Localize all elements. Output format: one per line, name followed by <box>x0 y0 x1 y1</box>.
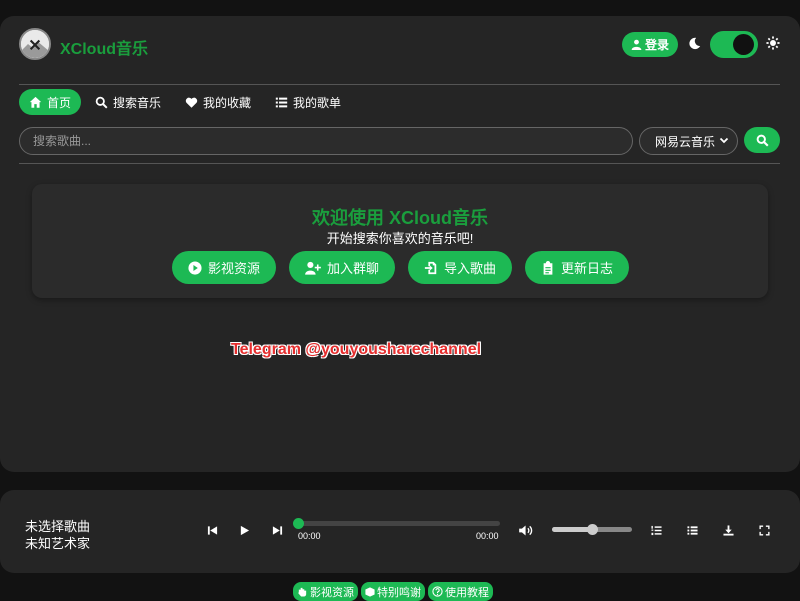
brand-name: XCloud音乐 <box>60 41 148 58</box>
login-label: 登录 <box>644 38 669 52</box>
home-icon <box>29 96 42 108</box>
action-label: 更新日志 <box>561 261 614 276</box>
watermark-text: Telegram @youyousharechannel <box>231 341 482 358</box>
footer-special-thanks[interactable]: 特别鸣谢 <box>361 582 425 601</box>
user-icon <box>631 39 642 50</box>
welcome-title: 欢迎使用 XCloud音乐 <box>312 208 488 228</box>
header: XCloud音乐 登录 <box>19 28 780 62</box>
action-label: 加入群聊 <box>327 261 380 276</box>
video-resources-button[interactable]: 影视资源 <box>172 251 277 284</box>
clipboard-icon <box>543 260 553 275</box>
download-button[interactable] <box>721 523 735 537</box>
next-icon <box>272 525 282 535</box>
user-plus-icon <box>305 261 321 275</box>
volume-slider[interactable] <box>552 524 632 535</box>
footer-link-label: 使用教程 <box>445 586 489 599</box>
hand-icon <box>298 587 307 597</box>
list-icon <box>275 97 288 107</box>
theme-toggle[interactable] <box>710 31 758 58</box>
action-label: 影视资源 <box>208 261 261 276</box>
login-button[interactable]: 登录 <box>622 32 678 57</box>
cube-icon <box>365 586 375 597</box>
changelog-button[interactable]: 更新日志 <box>525 251 630 284</box>
chevron-down-icon <box>719 135 729 148</box>
toggle-knob <box>733 34 754 55</box>
list-icon <box>686 525 698 535</box>
logo-image <box>21 30 49 58</box>
play-button[interactable] <box>237 523 251 537</box>
player-bar: 未选择歌曲 未知艺术家 00:00 00:00 <box>0 490 800 573</box>
join-group-button[interactable]: 加入群聊 <box>289 251 396 284</box>
question-circle-icon <box>432 586 443 597</box>
footer-tutorial[interactable]: 使用教程 <box>428 582 493 601</box>
download-icon <box>722 524 734 536</box>
footer-links: 影视资源 特别鸣谢 使用教程 <box>293 582 493 601</box>
welcome-card: 欢迎使用 XCloud音乐 开始搜索你喜欢的音乐吧! 影视资源 加入群聊 导入歌… <box>32 184 768 298</box>
volume-handle[interactable] <box>586 524 598 535</box>
playlist-button[interactable] <box>685 523 699 537</box>
progress-bar[interactable] <box>298 521 500 526</box>
footer-link-label: 特别鸣谢 <box>377 586 421 599</box>
nav-item-label: 首页 <box>47 95 72 110</box>
search-icon <box>95 96 108 108</box>
search-divider <box>19 163 780 164</box>
volume-button[interactable] <box>518 523 534 537</box>
volume-icon <box>518 524 532 536</box>
moon-icon <box>688 35 702 53</box>
main-nav: 首页 搜索音乐 我的收藏 我的歌单 <box>19 89 355 115</box>
nav-item-label: 搜索音乐 <box>113 95 162 110</box>
numbered-list-icon <box>650 525 662 535</box>
source-select-value: 网易云音乐 <box>655 134 716 149</box>
search-input[interactable] <box>19 127 633 155</box>
logo <box>19 28 51 60</box>
file-import-icon <box>424 261 437 274</box>
nav-item-playlists[interactable]: 我的歌单 <box>265 89 351 115</box>
nav-item-favorites[interactable]: 我的收藏 <box>175 89 261 115</box>
expand-icon <box>758 524 770 536</box>
search-icon <box>756 134 769 147</box>
footer-link-label: 影视资源 <box>310 586 354 599</box>
import-songs-button[interactable]: 导入歌曲 <box>408 251 513 284</box>
play-circle-icon <box>188 260 202 275</box>
nav-item-search[interactable]: 搜索音乐 <box>85 89 171 115</box>
song-artist: 未知艺术家 <box>25 536 91 551</box>
fullscreen-button[interactable] <box>757 523 771 537</box>
search-row: 网易云音乐 <box>19 127 780 155</box>
heart-icon <box>185 97 198 108</box>
previous-icon <box>207 525 217 535</box>
nav-item-home[interactable]: 首页 <box>19 89 82 115</box>
search-button[interactable] <box>744 127 780 153</box>
footer-video-resources[interactable]: 影视资源 <box>293 582 358 601</box>
welcome-subtitle: 开始搜索你喜欢的音乐吧! <box>326 231 474 246</box>
previous-button[interactable] <box>205 523 219 537</box>
source-select[interactable]: 网易云音乐 <box>639 127 738 155</box>
current-time: 00:00 <box>298 531 321 541</box>
total-time: 00:00 <box>476 531 499 541</box>
lyrics-button[interactable] <box>649 523 663 537</box>
nav-item-label: 我的收藏 <box>203 95 252 110</box>
sun-icon[interactable] <box>766 34 782 52</box>
nav-item-label: 我的歌单 <box>293 95 342 110</box>
header-divider <box>19 84 780 85</box>
welcome-actions: 影视资源 加入群聊 导入歌曲 更新日志 <box>172 251 630 284</box>
progress-handle[interactable] <box>293 518 304 529</box>
next-button[interactable] <box>270 523 284 537</box>
action-label: 导入歌曲 <box>444 261 497 276</box>
play-icon <box>240 525 249 535</box>
